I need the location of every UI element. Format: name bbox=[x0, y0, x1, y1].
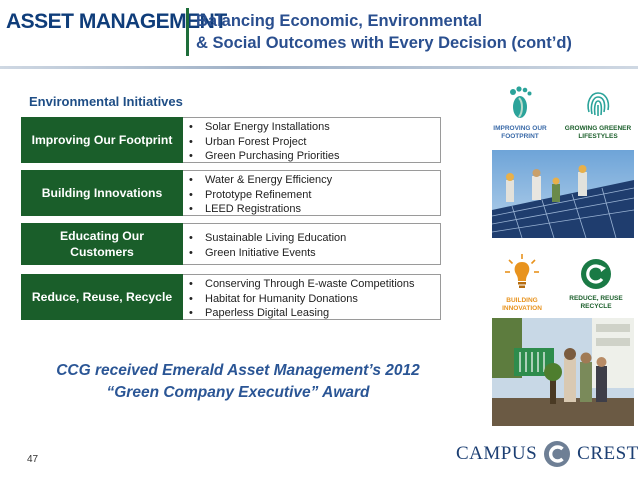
header-divider bbox=[186, 8, 189, 56]
initiative-row-educating: Educating Our Customers • Sustainable Liv… bbox=[21, 223, 441, 265]
initiative-label: Educating Our Customers bbox=[21, 223, 183, 265]
list-item: • Green Purchasing Priorities bbox=[189, 150, 340, 162]
list-item: • Habitat for Humanity Donations bbox=[189, 292, 358, 305]
footprint-icon bbox=[510, 86, 532, 118]
fingerprint-icon-group: GROWING GREENER LIFESTYLES bbox=[560, 88, 636, 140]
slide-header: ASSET MANAGEMENT Balancing Economic, Env… bbox=[0, 0, 638, 69]
icon-label: BUILDING INNOVATION bbox=[502, 297, 542, 312]
recycle-icon bbox=[581, 259, 611, 289]
list-item: • Conserving Through E-waste Competitions bbox=[189, 278, 415, 290]
icon-label: IMPROVING OUR FOOTPRINT bbox=[493, 125, 547, 140]
lightbulb-icon-group: BUILDING INNOVATION bbox=[492, 252, 552, 312]
asset-management-logo: ASSET MANAGEMENT bbox=[6, 10, 227, 33]
lightbulb-icon bbox=[505, 254, 539, 288]
title-line-2: & Social Outcomes with Every Decision (c… bbox=[196, 34, 572, 52]
recycle-icon-group: REDUCE, REUSE RECYCLE bbox=[556, 258, 636, 310]
list-item: • LEED Registrations bbox=[189, 203, 301, 215]
award-statement: CCG received Emerald Asset Management’s … bbox=[56, 362, 420, 401]
urban-forest-photo bbox=[492, 318, 634, 426]
list-item: • Urban Forest Project bbox=[189, 135, 307, 148]
page-number: 47 bbox=[27, 454, 39, 465]
title-line-1: Balancing Economic, Environmental bbox=[196, 12, 483, 30]
solar-installation-photo bbox=[492, 150, 634, 238]
list-item: • Solar Energy Installations bbox=[189, 121, 330, 133]
initiative-label: Building Innovations bbox=[21, 170, 183, 216]
brand-left: CAMPUS bbox=[456, 443, 538, 464]
footprint-icon-group: IMPROVING OUR FOOTPRINT bbox=[484, 84, 556, 140]
initiative-items: • Solar Energy Installations • Urban Fores… bbox=[183, 117, 441, 163]
section-title: Environmental Initiatives bbox=[29, 94, 183, 109]
list-item: • Paperless Digital Leasing bbox=[189, 307, 330, 319]
list-item: • Green Initiative Events bbox=[189, 246, 316, 259]
initiative-items: • Water & Energy Efficiency • Prototype Re… bbox=[183, 170, 441, 216]
initiative-label: Reduce, Reuse, Recycle bbox=[21, 274, 183, 320]
list-item: • Sustainable Living Education bbox=[189, 232, 347, 244]
initiative-items: • Conserving Through E-waste Competitions… bbox=[183, 274, 441, 320]
initiative-label: Improving Our Footprint bbox=[21, 117, 183, 163]
initiative-items: • Sustainable Living Education • Green Ini… bbox=[183, 223, 441, 265]
initiative-row-building: Building Innovations • Water & Energy Eff… bbox=[21, 170, 441, 216]
icon-label: REDUCE, REUSE RECYCLE bbox=[569, 295, 623, 310]
fingerprint-icon bbox=[587, 92, 610, 116]
crest-c-icon bbox=[544, 441, 571, 467]
icon-label: GROWING GREENER LIFESTYLES bbox=[564, 125, 632, 140]
initiative-row-footprint: Improving Our Footprint • Solar Energy In… bbox=[21, 117, 441, 163]
brand-right: CREST bbox=[577, 443, 638, 464]
list-item: • Water & Energy Efficiency bbox=[189, 174, 333, 186]
header-rule bbox=[0, 66, 638, 69]
list-item: • Prototype Refinement bbox=[189, 188, 312, 201]
campus-crest-logo: CAMPUS CREST bbox=[456, 440, 638, 468]
initiative-row-recycle: Reduce, Reuse, Recycle • Conserving Throu… bbox=[21, 274, 441, 320]
slide-title: Balancing Economic, Environmental & Soci… bbox=[196, 10, 636, 54]
